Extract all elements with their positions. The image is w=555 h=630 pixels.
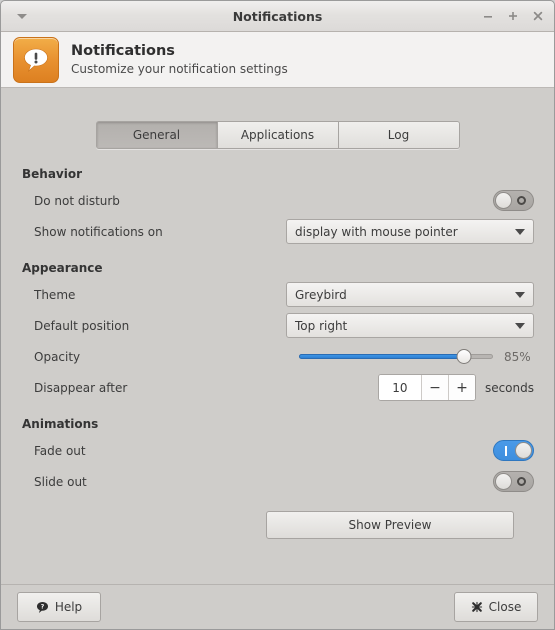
show-preview-button[interactable]: Show Preview (266, 511, 514, 539)
settings-panel: Behavior Do not disturb Show notificatio… (1, 149, 554, 539)
toggle-off-marker (514, 191, 529, 210)
combo-value-show-notifications-on: display with mouse pointer (295, 224, 458, 239)
window-controls (480, 9, 545, 24)
main-content: General Applications Log Behavior Do not… (1, 88, 554, 584)
notifications-settings-window: Notifications Notifications Customize yo… (0, 0, 555, 630)
control-fade-out (493, 440, 534, 461)
toggle-on-marker (498, 441, 513, 460)
titlebar: Notifications (1, 1, 554, 32)
section-title-appearance: Appearance (22, 261, 103, 275)
control-disappear-after: 10 − + seconds (377, 374, 534, 401)
tabs-row: General Applications Log (1, 88, 554, 149)
combo-show-notifications-on[interactable]: display with mouse pointer (286, 219, 534, 244)
help-button[interactable]: ? Help (17, 592, 101, 622)
section-title-animations: Animations (22, 417, 99, 431)
toggle-knob (495, 192, 512, 209)
close-button-label: Close (488, 600, 522, 614)
page-title: Notifications (71, 42, 175, 59)
label-disappear-after: Disappear after (34, 380, 128, 395)
row-slide-out: Slide out (21, 466, 534, 497)
label-opacity: Opacity (34, 349, 81, 364)
close-window-button[interactable] (530, 9, 545, 24)
chevron-down-icon (515, 322, 525, 329)
tab-bar: General Applications Log (95, 121, 460, 149)
maximize-button[interactable] (505, 9, 520, 24)
row-do-not-disturb: Do not disturb (21, 185, 534, 216)
tab-applications[interactable]: Applications (217, 122, 339, 148)
dialog-header: Notifications Customize your notificatio… (1, 32, 554, 88)
label-theme: Theme (34, 287, 76, 302)
minimize-icon (483, 16, 492, 18)
close-button[interactable]: Close (454, 592, 538, 622)
row-show-notifications-on: Show notifications on display with mouse… (21, 216, 534, 247)
spinner-disappear-after: 10 − + (377, 374, 476, 401)
control-slide-out (493, 471, 534, 492)
control-default-position: Top right (286, 313, 534, 338)
chevron-down-icon (17, 13, 27, 19)
label-slide-out: Slide out (34, 474, 87, 489)
close-x-icon (471, 601, 483, 613)
maximize-plus-icon (508, 12, 517, 20)
dialog-footer: ? Help Close (1, 584, 554, 629)
minimize-button[interactable] (480, 9, 495, 24)
section-title-behavior: Behavior (22, 167, 83, 181)
label-fade-out: Fade out (34, 443, 86, 458)
preview-row: Show Preview (21, 497, 534, 539)
close-x-icon (533, 11, 542, 21)
toggle-knob (515, 442, 532, 459)
page-subtitle: Customize your notification settings (71, 62, 288, 77)
help-bubble-icon: ? (36, 601, 49, 614)
combo-value-theme: Greybird (295, 287, 347, 302)
row-disappear-after: Disappear after 10 − + seconds (21, 372, 534, 403)
control-opacity: 85% (299, 348, 534, 366)
row-default-position: Default position Top right (21, 310, 534, 341)
window-title: Notifications (232, 8, 323, 24)
help-button-label: Help (54, 600, 83, 614)
opacity-value-label: 85% (504, 349, 531, 364)
header-text-block: Notifications Customize your notificatio… (71, 42, 288, 77)
toggle-slide-out[interactable] (493, 471, 534, 492)
row-theme: Theme Greybird (21, 279, 534, 310)
slider-handle[interactable] (456, 349, 472, 364)
label-do-not-disturb: Do not disturb (34, 193, 120, 208)
toggle-fade-out[interactable] (493, 440, 534, 461)
toggle-off-marker (514, 472, 529, 491)
chevron-down-icon (515, 291, 525, 298)
control-do-not-disturb (493, 190, 534, 211)
spinner-decrement-button[interactable]: − (420, 375, 448, 400)
slider-opacity[interactable] (299, 348, 493, 366)
slider-fill (299, 354, 464, 359)
label-default-position: Default position (34, 318, 130, 333)
toggle-knob (495, 473, 512, 490)
combo-value-default-position: Top right (295, 318, 348, 333)
section-behavior: Behavior Do not disturb Show notificatio… (21, 167, 534, 247)
label-show-notifications-on: Show notifications on (34, 224, 163, 239)
control-theme: Greybird (286, 282, 534, 307)
spinner-value[interactable]: 10 (378, 375, 421, 400)
row-opacity: Opacity 85% (21, 341, 534, 372)
combo-default-position[interactable]: Top right (286, 313, 534, 338)
tab-general[interactable]: General (96, 122, 218, 148)
control-show-notifications-on: display with mouse pointer (286, 219, 534, 244)
section-appearance: Appearance Theme Greybird Default positi… (21, 261, 534, 403)
row-fade-out: Fade out (21, 435, 534, 466)
svg-text:?: ? (41, 603, 45, 610)
spinner-unit-label: seconds (484, 380, 534, 395)
window-menu-button[interactable] (7, 13, 37, 19)
notification-bubble-icon (13, 36, 59, 83)
section-animations: Animations Fade out Slide out (21, 417, 534, 497)
chevron-down-icon (515, 228, 525, 235)
toggle-do-not-disturb[interactable] (493, 190, 534, 211)
combo-theme[interactable]: Greybird (286, 282, 534, 307)
spinner-increment-button[interactable]: + (447, 375, 475, 400)
tab-log[interactable]: Log (338, 122, 459, 148)
